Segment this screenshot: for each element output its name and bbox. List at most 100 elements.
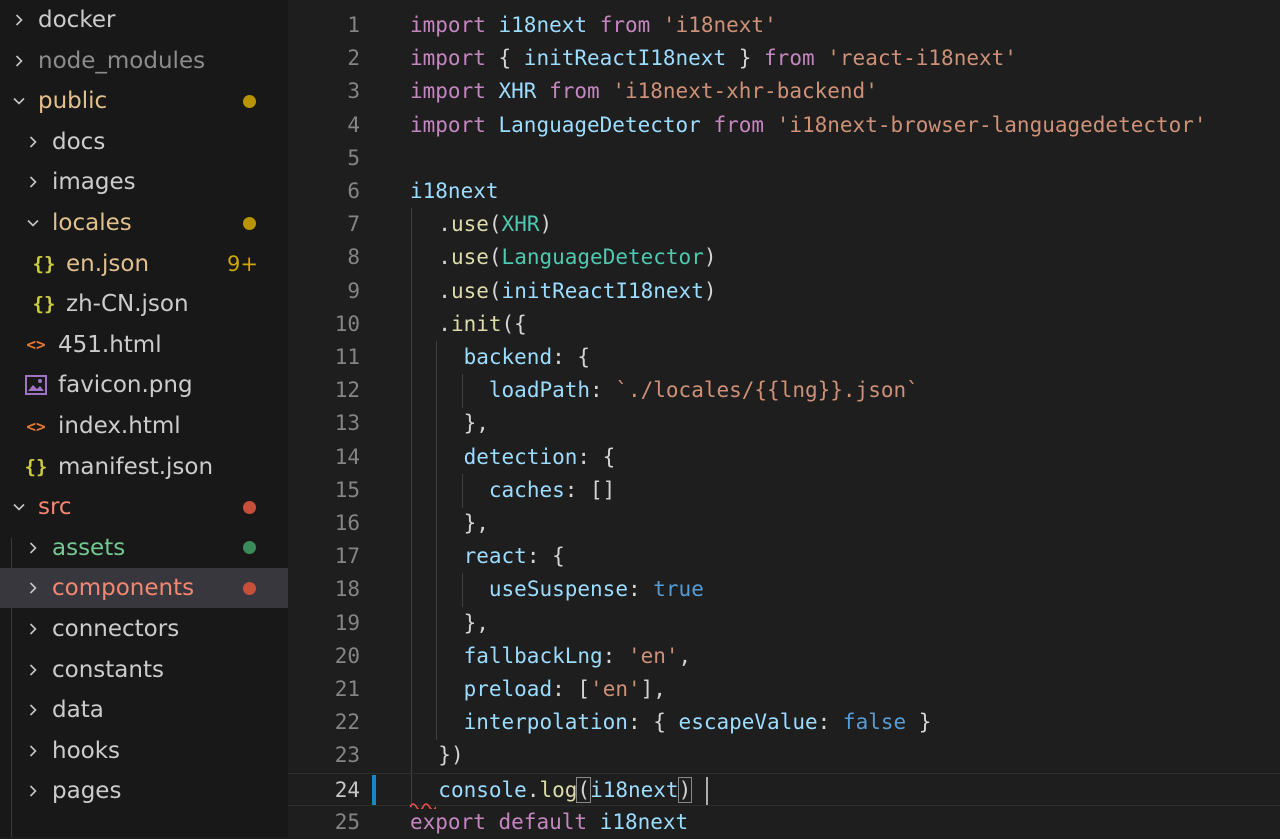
chevron-right-icon[interactable] [24, 620, 42, 638]
tree-item-components[interactable]: components [0, 568, 288, 609]
tree-item-docker[interactable]: docker [0, 0, 288, 40]
tree-item-assets[interactable]: assets [0, 528, 288, 568]
indent-guide [411, 540, 412, 575]
code-line[interactable]: 8 .use(LanguageDetector) [288, 241, 1280, 276]
text-cursor [706, 777, 708, 805]
indent-guide [436, 540, 438, 575]
code-token: 'react-i18next' [827, 46, 1017, 71]
tree-item-pages[interactable]: pages [0, 771, 288, 811]
tree-item-label: connectors [52, 616, 180, 642]
code-token: initReactI18next [501, 278, 704, 303]
code-line[interactable]: 4 import LanguageDetector from 'i18next-b… [288, 109, 1280, 142]
code-token: `./locales/{{lng}}.json` [615, 378, 919, 403]
chevron-down-icon[interactable] [24, 214, 42, 232]
chevron-right-icon[interactable] [24, 539, 42, 557]
indent-guide [436, 341, 438, 375]
code-line[interactable]: 15 caches: [] [288, 473, 1280, 508]
tree-item-images[interactable]: images [0, 162, 288, 202]
chevron-down-icon[interactable] [10, 92, 28, 110]
html-file-icon: <> [26, 335, 46, 355]
tree-item-constants[interactable]: constants [0, 650, 288, 690]
tree-item-favicon-png[interactable]: favicon.png [0, 365, 288, 405]
tree-item-node-modules[interactable]: node_modules [0, 41, 288, 81]
code-line[interactable]: 2 import { initReactI18next } from 'react… [288, 42, 1280, 75]
code-token: . [438, 245, 451, 270]
chevron-right-icon[interactable] [24, 133, 42, 151]
code-line[interactable]: 9 .use(initReactI18next) [288, 274, 1280, 309]
bracket-match: ) [677, 776, 693, 803]
tree-item-451-html[interactable]: <> 451.html [0, 325, 288, 365]
git-status-dot [243, 581, 256, 595]
chevron-right-icon[interactable] [24, 579, 42, 597]
tree-item-hooks[interactable]: hooks [0, 731, 288, 771]
chevron-right-icon[interactable] [10, 11, 28, 29]
chevron-right-icon[interactable] [24, 661, 42, 679]
code-line[interactable]: 10 .init({ [288, 307, 1280, 342]
indent-guide [436, 440, 438, 475]
code-line[interactable]: 18 useSuspense: true [288, 573, 1280, 608]
code-token: : [] [564, 477, 616, 502]
tree-item-src[interactable]: src [0, 487, 288, 527]
code-token: }) [438, 743, 464, 768]
indent-guide [411, 673, 412, 707]
code-token: }, [463, 411, 489, 436]
code-line[interactable]: 16}, [288, 507, 1280, 541]
tree-item-label: zh-CN.json [66, 291, 189, 318]
indent-guide [436, 706, 438, 741]
tree-item-label: hooks [52, 737, 121, 764]
code-line[interactable]: 21 preload: ['en'], [288, 673, 1280, 707]
code-line[interactable]: 24 console.log(i18next) [288, 772, 1280, 808]
code-line[interactable]: 6 i18next [288, 175, 1280, 208]
code-token: i18next [599, 809, 689, 834]
code-line[interactable]: 5 [288, 142, 1280, 175]
code-line[interactable]: 14 detection: { [288, 440, 1280, 475]
code-token: i18next [590, 777, 679, 802]
line-number: 6 [347, 179, 360, 203]
code-line[interactable]: 12 loadPath: `./locales/{{lng}}.json` [288, 374, 1280, 409]
tree-item-locales[interactable]: locales [0, 203, 288, 243]
tree-item-manifest-json[interactable]: {} manifest.json [0, 447, 288, 487]
tree-item-en-json[interactable]: {} en.json 9+ [0, 244, 288, 284]
code-line[interactable]: 19}, [288, 606, 1280, 641]
code-line[interactable]: 3 import XHR from 'i18next-xhr-backend' [288, 75, 1280, 108]
code-token: : { [552, 345, 591, 369]
tree-item-data[interactable]: data [0, 690, 288, 730]
code-editor[interactable]: 1 import i18next from 'i18next' 2 import { … [288, 0, 1280, 837]
code-token: : [817, 710, 843, 735]
line-number: 13 [334, 411, 360, 436]
indent-guide [436, 606, 438, 641]
code-line[interactable]: 13}, [288, 407, 1280, 442]
chevron-down-icon[interactable] [10, 498, 28, 516]
code-token: XHR [498, 79, 537, 104]
code-text: }, [464, 407, 489, 440]
tree-item-public[interactable]: public [0, 81, 288, 121]
code-line[interactable]: 25 export default i18next [288, 806, 1280, 839]
chevron-right-icon[interactable] [10, 52, 28, 70]
code-line[interactable]: 23}) [288, 739, 1280, 774]
chevron-right-icon[interactable] [24, 701, 42, 719]
code-line[interactable]: 1 import i18next from 'i18next' [288, 9, 1280, 42]
code-line[interactable]: 20 fallbackLng: 'en', [288, 639, 1280, 674]
tree-item-label: favicon.png [58, 372, 193, 399]
tree-item-index-html[interactable]: <> index.html [0, 406, 288, 446]
code-text: backend: { [464, 341, 590, 374]
chevron-right-icon[interactable] [24, 782, 42, 800]
code-text: preload: ['en'], [464, 673, 666, 706]
chevron-right-icon[interactable] [24, 742, 42, 760]
code-line[interactable]: 22 interpolation: { escapeValue: false } [288, 706, 1280, 741]
indent-guide [411, 374, 412, 409]
code-token: initReactI18next [523, 46, 727, 71]
code-token: from [764, 46, 815, 71]
chevron-right-icon[interactable] [24, 173, 42, 191]
indent-guide [411, 407, 412, 442]
code-line[interactable]: 7 .use(XHR) [288, 208, 1280, 243]
tree-item-connectors[interactable]: connectors [0, 609, 288, 649]
tree-item-docs[interactable]: docs [0, 122, 288, 162]
code-line[interactable]: 17 react: { [288, 540, 1280, 575]
code-line[interactable]: 11 backend: { [288, 341, 1280, 375]
tree-item-zh-cn-json[interactable]: {} zh-CN.json [0, 284, 288, 324]
code-token: fallbackLng [463, 643, 603, 668]
